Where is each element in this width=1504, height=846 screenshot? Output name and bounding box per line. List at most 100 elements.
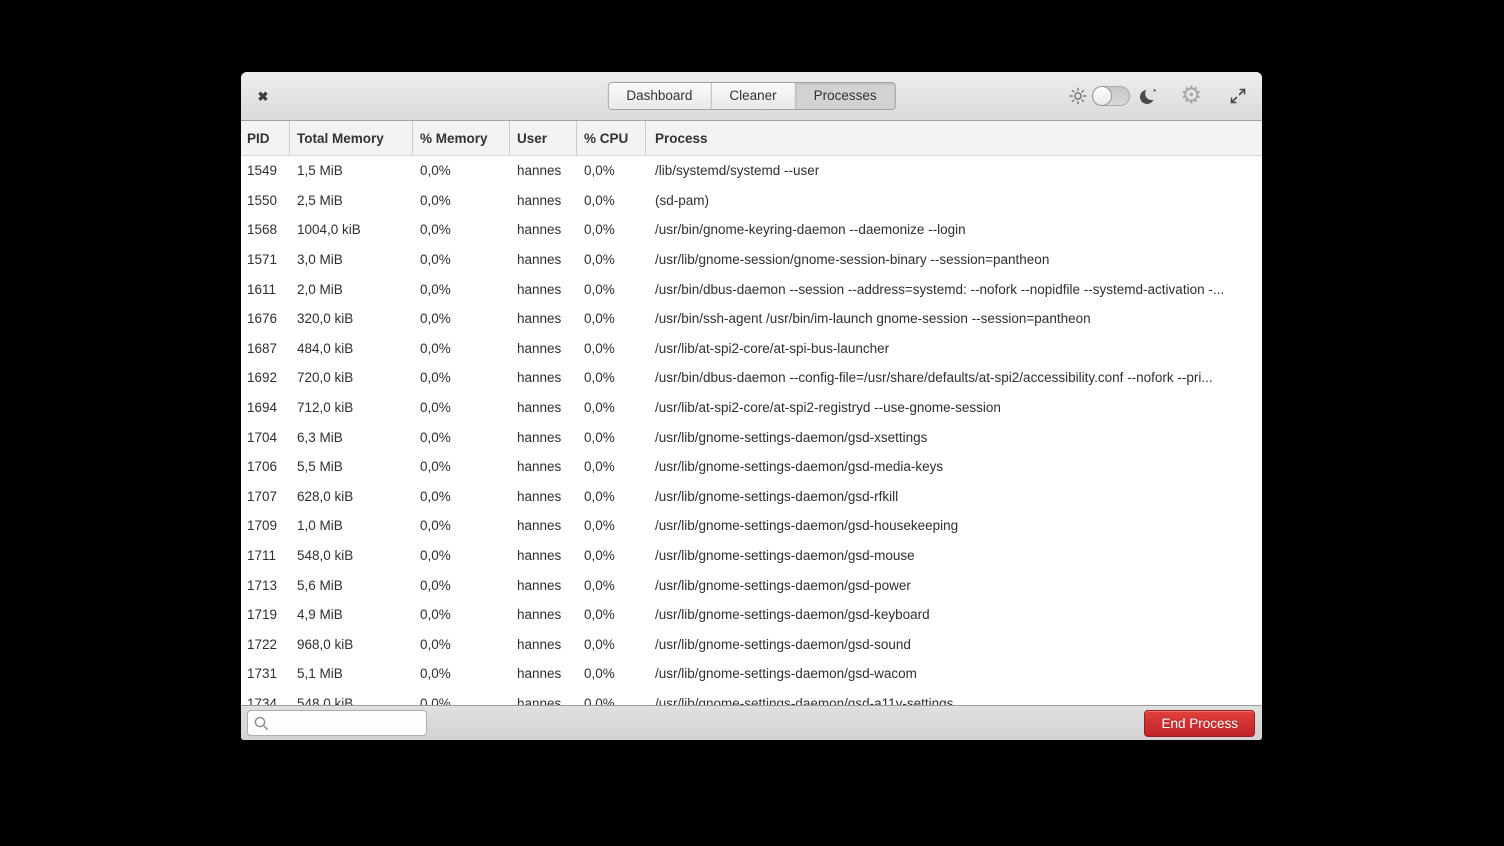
cell-total-memory: 6,3 MiB <box>290 430 413 445</box>
cell-total-memory: 968,0 kiB <box>290 637 413 652</box>
cell-total-memory: 484,0 kiB <box>290 341 413 356</box>
cell-pid: 1704 <box>241 430 290 445</box>
toggle-knob[interactable] <box>1092 86 1112 106</box>
cell-total-memory: 548,0 kiB <box>290 696 413 705</box>
cell-total-memory: 5,1 MiB <box>290 666 413 681</box>
cell-user: hannes <box>510 637 577 652</box>
cell-percent-memory: 0,0% <box>413 548 510 563</box>
cell-percent-memory: 0,0% <box>413 489 510 504</box>
cell-user: hannes <box>510 607 577 622</box>
table-row[interactable]: 1676320,0 kiB0,0%hannes0,0%/usr/bin/ssh-… <box>241 304 1262 334</box>
cell-user: hannes <box>510 489 577 504</box>
table-row[interactable]: 1734548,0 kiB0,0%hannes0,0%/usr/lib/gnom… <box>241 689 1262 705</box>
close-window-button[interactable]: ✖ <box>255 90 271 103</box>
cell-process: /usr/lib/gnome-settings-daemon/gsd-mouse <box>646 548 1262 563</box>
cell-process: /usr/lib/gnome-settings-daemon/gsd-power <box>646 578 1262 593</box>
cell-process: /usr/lib/gnome-settings-daemon/gsd-sound <box>646 637 1262 652</box>
table-row[interactable]: 15681004,0 kiB0,0%hannes0,0%/usr/bin/gno… <box>241 215 1262 245</box>
cell-total-memory: 548,0 kiB <box>290 548 413 563</box>
cell-pid: 1719 <box>241 607 290 622</box>
table-row[interactable]: 17135,6 MiB0,0%hannes0,0%/usr/lib/gnome-… <box>241 570 1262 600</box>
cell-pid: 1734 <box>241 696 290 705</box>
cell-percent-cpu: 0,0% <box>577 430 646 445</box>
table-row[interactable]: 1707628,0 kiB0,0%hannes0,0%/usr/lib/gnom… <box>241 482 1262 512</box>
cell-percent-cpu: 0,0% <box>577 252 646 267</box>
cell-percent-cpu: 0,0% <box>577 193 646 208</box>
cell-pid: 1568 <box>241 222 290 237</box>
cell-percent-memory: 0,0% <box>413 252 510 267</box>
column-header-total-memory[interactable]: Total Memory <box>290 121 413 155</box>
cell-pid: 1694 <box>241 400 290 415</box>
cell-user: hannes <box>510 163 577 178</box>
cell-percent-memory: 0,0% <box>413 578 510 593</box>
table-row[interactable]: 16112,0 MiB0,0%hannes0,0%/usr/bin/dbus-d… <box>241 274 1262 304</box>
table-row[interactable]: 15491,5 MiB0,0%hannes0,0%/lib/systemd/sy… <box>241 156 1262 186</box>
cell-percent-cpu: 0,0% <box>577 607 646 622</box>
cell-total-memory: 320,0 kiB <box>290 311 413 326</box>
table-row[interactable]: 17315,1 MiB0,0%hannes0,0%/usr/lib/gnome-… <box>241 659 1262 689</box>
cell-percent-memory: 0,0% <box>413 282 510 297</box>
cell-percent-memory: 0,0% <box>413 666 510 681</box>
cell-total-memory: 1004,0 kiB <box>290 222 413 237</box>
cell-percent-memory: 0,0% <box>413 459 510 474</box>
table-row[interactable]: 1687484,0 kiB0,0%hannes0,0%/usr/lib/at-s… <box>241 334 1262 364</box>
cell-percent-cpu: 0,0% <box>577 370 646 385</box>
moon-icon <box>1138 86 1158 106</box>
expand-fullscreen-icon[interactable] <box>1228 86 1248 106</box>
cell-percent-memory: 0,0% <box>413 696 510 705</box>
end-process-button[interactable]: End Process <box>1144 710 1255 737</box>
cell-percent-cpu: 0,0% <box>577 282 646 297</box>
search-input[interactable] <box>270 711 426 735</box>
cell-pid: 1706 <box>241 459 290 474</box>
column-header-percent-memory[interactable]: % Memory <box>413 121 510 155</box>
cell-percent-cpu: 0,0% <box>577 222 646 237</box>
cell-pid: 1687 <box>241 341 290 356</box>
table-row[interactable]: 15713,0 MiB0,0%hannes0,0%/usr/lib/gnome-… <box>241 245 1262 275</box>
column-header-pid[interactable]: PID <box>241 121 290 155</box>
cell-user: hannes <box>510 578 577 593</box>
table-row[interactable]: 1711548,0 kiB0,0%hannes0,0%/usr/lib/gnom… <box>241 541 1262 571</box>
cell-percent-memory: 0,0% <box>413 222 510 237</box>
table-row[interactable]: 17065,5 MiB0,0%hannes0,0%/usr/lib/gnome-… <box>241 452 1262 482</box>
cell-process: /usr/lib/gnome-settings-daemon/gsd-xsett… <box>646 430 1262 445</box>
table-row[interactable]: 15502,5 MiB0,0%hannes0,0%(sd-pam) <box>241 186 1262 216</box>
cell-percent-cpu: 0,0% <box>577 489 646 504</box>
cell-process: /usr/lib/gnome-settings-daemon/gsd-house… <box>646 518 1262 533</box>
cell-user: hannes <box>510 222 577 237</box>
cell-user: hannes <box>510 193 577 208</box>
cell-user: hannes <box>510 341 577 356</box>
cell-total-memory: 5,5 MiB <box>290 459 413 474</box>
gear-icon[interactable]: ⚙ <box>1180 84 1202 108</box>
cell-percent-cpu: 0,0% <box>577 548 646 563</box>
view-switcher: Dashboard Cleaner Processes <box>607 82 895 110</box>
cell-user: hannes <box>510 282 577 297</box>
table-row[interactable]: 1722968,0 kiB0,0%hannes0,0%/usr/lib/gnom… <box>241 630 1262 660</box>
tab-cleaner[interactable]: Cleaner <box>711 83 795 109</box>
table-row[interactable]: 1692720,0 kiB0,0%hannes0,0%/usr/bin/dbus… <box>241 363 1262 393</box>
tab-processes[interactable]: Processes <box>796 83 895 109</box>
column-header-process[interactable]: Process <box>646 121 1262 155</box>
table-row[interactable]: 1694712,0 kiB0,0%hannes0,0%/usr/lib/at-s… <box>241 393 1262 423</box>
table-row[interactable]: 17194,9 MiB0,0%hannes0,0%/usr/lib/gnome-… <box>241 600 1262 630</box>
cell-pid: 1711 <box>241 548 290 563</box>
search-box[interactable] <box>247 710 427 736</box>
tab-dashboard[interactable]: Dashboard <box>608 83 711 109</box>
cell-user: hannes <box>510 430 577 445</box>
column-header-user[interactable]: User <box>510 121 577 155</box>
cell-percent-cpu: 0,0% <box>577 400 646 415</box>
cell-percent-memory: 0,0% <box>413 311 510 326</box>
table-row[interactable]: 17091,0 MiB0,0%hannes0,0%/usr/lib/gnome-… <box>241 511 1262 541</box>
cell-process: /usr/lib/gnome-settings-daemon/gsd-rfkil… <box>646 489 1262 504</box>
cell-pid: 1611 <box>241 282 290 297</box>
column-header-percent-cpu[interactable]: % CPU <box>577 121 646 155</box>
cell-pid: 1709 <box>241 518 290 533</box>
cell-user: hannes <box>510 696 577 705</box>
search-icon <box>253 715 270 732</box>
process-table-body: 15491,5 MiB0,0%hannes0,0%/lib/systemd/sy… <box>241 156 1262 705</box>
cell-percent-memory: 0,0% <box>413 400 510 415</box>
table-row[interactable]: 17046,3 MiB0,0%hannes0,0%/usr/lib/gnome-… <box>241 422 1262 452</box>
cell-process: /lib/systemd/systemd --user <box>646 163 1262 178</box>
theme-toggle-switch[interactable] <box>1092 86 1130 106</box>
cell-process: /usr/bin/dbus-daemon --session --address… <box>646 282 1262 297</box>
cell-pid: 1692 <box>241 370 290 385</box>
